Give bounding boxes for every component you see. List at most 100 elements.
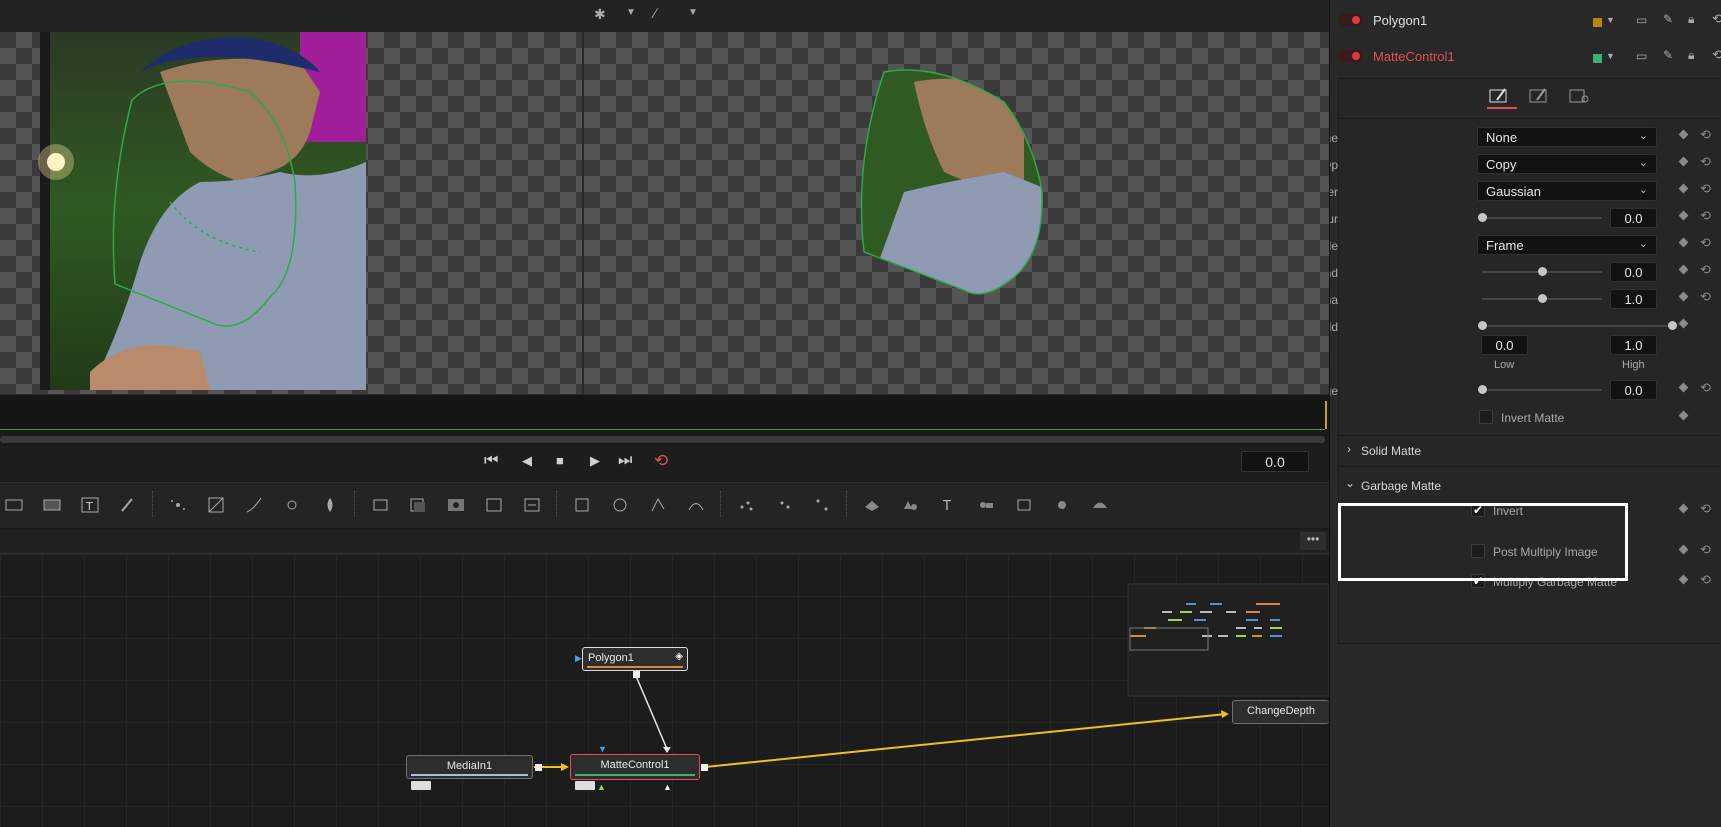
versions-icon[interactable]: ▭ (1636, 13, 1647, 27)
keyframe-icon[interactable] (1678, 291, 1689, 302)
contract-expand-field[interactable]: 0.0 (1610, 262, 1657, 282)
timeline-scrollbar[interactable] (0, 436, 1325, 443)
pin-icon[interactable]: ✎ (1663, 12, 1673, 26)
matte-threshold-low-field[interactable]: 0.0 (1481, 335, 1528, 355)
text3d-icon[interactable]: T (934, 491, 962, 519)
matte-blur-slider-knob[interactable] (1478, 213, 1487, 222)
chevron-down-icon[interactable]: ▼ (1606, 15, 1615, 25)
contract-expand-slider-knob[interactable] (1538, 267, 1547, 276)
reset-icon[interactable]: ⟲ (1700, 572, 1711, 588)
node-input-triangle-blue[interactable]: ▼ (598, 744, 607, 754)
reset-icon[interactable]: ⟲ (1700, 181, 1711, 197)
text-tool-icon[interactable]: T (76, 491, 104, 519)
modifiers-tab[interactable] (1527, 87, 1557, 109)
node-view-indicators[interactable] (575, 781, 595, 790)
node-input-triangle-white[interactable]: ▲ (663, 782, 672, 792)
controls-tab[interactable] (1487, 87, 1517, 109)
settings-tab[interactable] (1567, 87, 1597, 109)
tool-enable-toggle[interactable] (1338, 14, 1362, 26)
matte-threshold-range-track[interactable] (1482, 325, 1672, 327)
matte-blur-slider-track[interactable] (1482, 217, 1602, 219)
right-viewer[interactable] (584, 32, 1329, 394)
loader-tool-icon[interactable] (366, 491, 394, 519)
garbage-matte-section[interactable]: ⌄ Garbage Matte (1339, 471, 1721, 501)
skip-to-start-icon[interactable]: ⏮ (484, 452, 498, 470)
ellipse-mask-icon[interactable] (606, 491, 634, 519)
matte-threshold-high-field[interactable]: 1.0 (1610, 335, 1657, 355)
reset-icon[interactable]: ⟲ (1700, 501, 1711, 517)
magic-wand-icon[interactable]: ⁄ (654, 5, 656, 21)
blur-tool-icon[interactable] (316, 491, 344, 519)
reset-icon[interactable]: ⟲ (1700, 380, 1711, 396)
particles-tool-icon[interactable] (164, 491, 192, 519)
keyframe-icon[interactable] (1678, 210, 1689, 221)
playhead-marker[interactable] (1325, 401, 1327, 429)
matte-threshold-low-knob[interactable] (1478, 321, 1487, 330)
keyframe-icon[interactable] (1678, 503, 1689, 514)
reset-icon[interactable]: ⟲ (1700, 262, 1711, 278)
node-output-port[interactable] (535, 764, 542, 771)
color-curves-tool-icon[interactable] (202, 491, 230, 519)
reset-icon[interactable]: ⟲ (1700, 208, 1711, 224)
loop-icon[interactable]: ⟲ (654, 451, 668, 471)
merge-tool-icon[interactable] (404, 491, 432, 519)
renderer3d-icon[interactable] (1010, 491, 1038, 519)
light3d-icon[interactable] (1048, 491, 1076, 519)
more-options-icon[interactable]: ••• (1300, 532, 1326, 550)
tool-color-swatch[interactable] (1593, 54, 1602, 63)
node-changedepth[interactable]: ChangeDepth (1232, 700, 1329, 724)
node-editor[interactable]: Polygon1 ◈ ▶ MediaIn1 MatteControl1 ▼ ▲ … (0, 554, 1329, 827)
node-mattecontrol1[interactable]: MatteControl1 (570, 754, 700, 780)
clipping-mode-dropdown[interactable]: Frame ⌄ (1477, 235, 1657, 255)
camera3d-icon[interactable] (972, 491, 1000, 519)
fastnoise-tool-icon[interactable] (38, 491, 66, 519)
node-view-indicators[interactable] (411, 781, 431, 790)
reset-icon[interactable]: ⟲ (1700, 154, 1711, 170)
resize-tool-icon[interactable] (480, 491, 508, 519)
matte-tool-icon[interactable] (442, 491, 470, 519)
play-forward-icon[interactable]: ▶ (590, 453, 600, 469)
reset-icon[interactable]: ⟲ (1700, 235, 1711, 251)
chevron-down-icon[interactable]: ▼ (1606, 51, 1615, 61)
prender-icon[interactable] (770, 491, 798, 519)
tool-enable-toggle[interactable] (1338, 50, 1362, 62)
keyframe-icon[interactable] (1678, 318, 1689, 329)
chevron-down-icon[interactable]: ▼ (688, 7, 698, 18)
polygon-mask-icon[interactable] (644, 491, 672, 519)
frame-field[interactable]: 0.0 (1241, 451, 1309, 472)
inspector-tool-header-mattecontrol[interactable]: MatteControl1 ▼ ▭ ✎ 🔒︎ ⟲ (1338, 46, 1721, 72)
timeline-ruler[interactable] (0, 394, 1329, 430)
matte-blur-field[interactable]: 0.0 (1610, 208, 1657, 228)
reset-icon[interactable]: ⟲ (1700, 542, 1711, 558)
node-mediain1[interactable]: MediaIn1 (406, 755, 533, 779)
node-output-port[interactable] (701, 764, 708, 771)
stop-icon[interactable]: ■ (556, 453, 564, 468)
reset-icon[interactable]: ⟲ (1700, 127, 1711, 143)
keyframe-icon[interactable] (1678, 156, 1689, 167)
restore-fringe-field[interactable]: 0.0 (1610, 380, 1657, 400)
chevron-down-icon[interactable]: ▼ (626, 7, 636, 18)
play-reverse-icon[interactable]: ◀ (522, 453, 532, 469)
bug-icon[interactable]: ✱ (594, 6, 612, 24)
reset-icon[interactable]: ⟲ (1712, 47, 1721, 63)
keyframe-icon[interactable] (1678, 183, 1689, 194)
pemitter-icon[interactable] (732, 491, 760, 519)
curves-tool-icon[interactable] (240, 491, 268, 519)
rectangle-mask-icon[interactable] (568, 491, 596, 519)
lock-icon[interactable]: 🔒︎ (1688, 12, 1694, 27)
tool-name[interactable]: MatteControl1 (1373, 49, 1455, 64)
merge3d-icon[interactable] (896, 491, 924, 519)
keyframe-icon[interactable] (1678, 237, 1689, 248)
matte-gamma-slider-knob[interactable] (1538, 294, 1547, 303)
keyframe-icon[interactable] (1678, 264, 1689, 275)
shape3d-icon[interactable] (858, 491, 886, 519)
versions-icon[interactable]: ▭ (1636, 49, 1647, 63)
left-viewer[interactable] (0, 32, 582, 394)
image-plane-icon[interactable] (1086, 491, 1114, 519)
filter-dropdown[interactable]: Gaussian ⌄ (1477, 181, 1657, 201)
matte-gamma-field[interactable]: 1.0 (1610, 289, 1657, 309)
node-input-triangle-green[interactable]: ▲ (597, 782, 606, 792)
matte-threshold-high-knob[interactable] (1668, 321, 1677, 330)
background-tool-icon[interactable] (0, 491, 28, 519)
pmerge-icon[interactable] (808, 491, 836, 519)
